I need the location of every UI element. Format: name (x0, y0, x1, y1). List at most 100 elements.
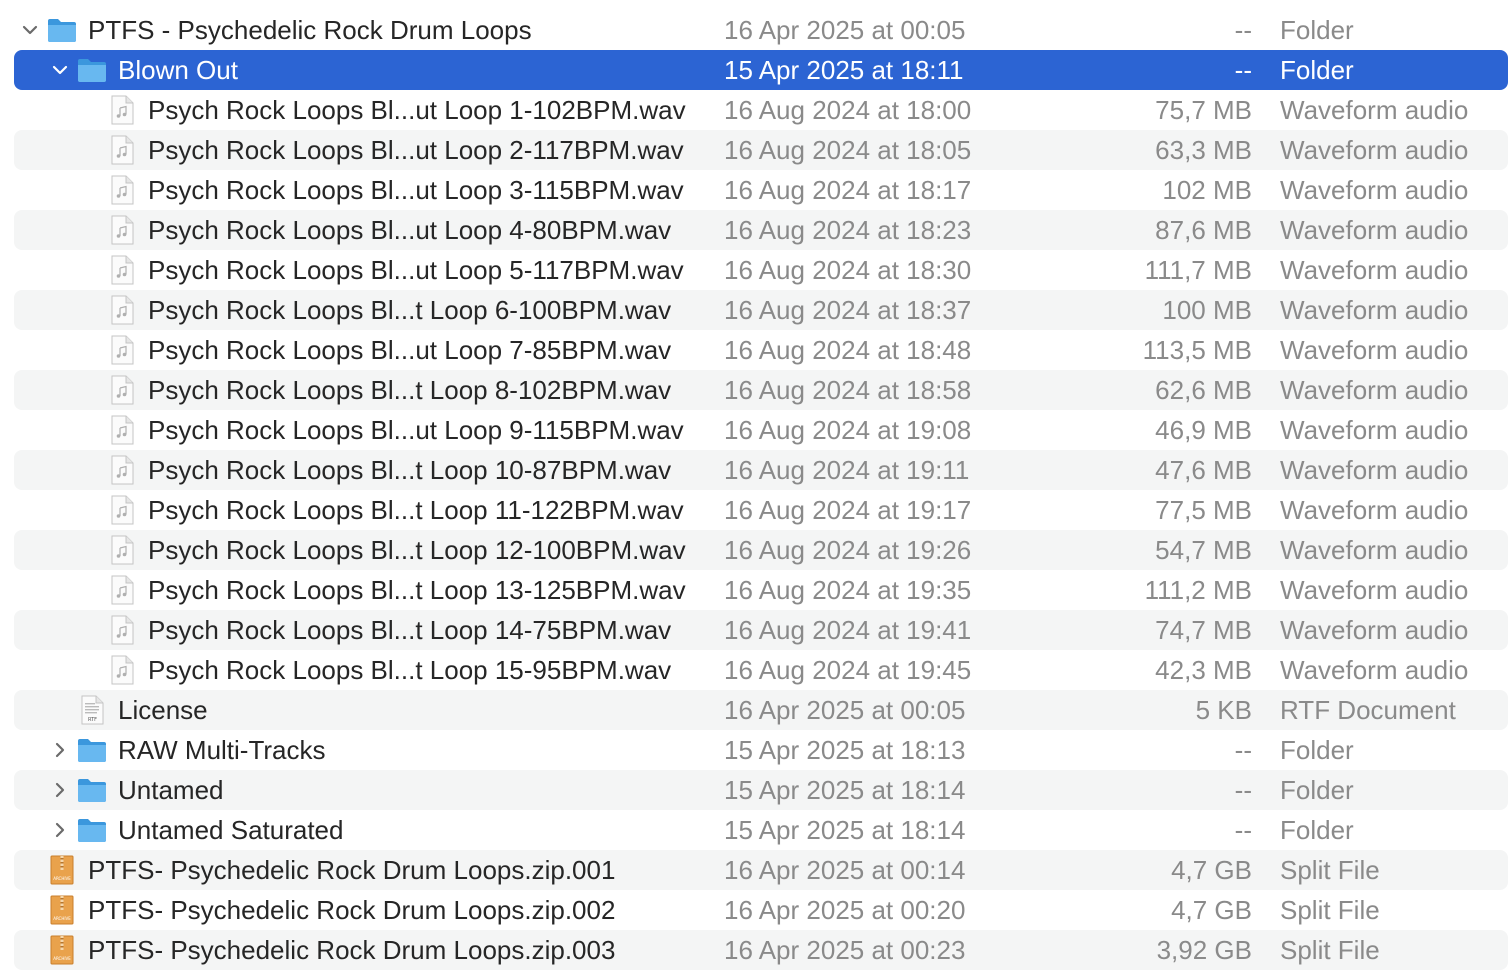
file-name: Untamed Saturated (118, 815, 344, 845)
file-kind: Waveform audio (1280, 495, 1469, 525)
file-size: 46,9 MB (1155, 415, 1252, 445)
file-name: PTFS- Psychedelic Rock Drum Loops.zip.00… (88, 895, 616, 925)
file-name: Psych Rock Loops Bl...ut Loop 7-85BPM.wa… (148, 335, 672, 365)
date-modified: 16 Aug 2024 at 18:48 (724, 335, 972, 365)
date-modified: 16 Aug 2024 at 19:17 (724, 495, 972, 525)
file-kind: Waveform audio (1280, 95, 1469, 125)
file-name: PTFS- Psychedelic Rock Drum Loops.zip.00… (88, 855, 616, 885)
audio-file-icon (106, 214, 138, 246)
date-modified: 16 Aug 2024 at 19:35 (724, 575, 972, 605)
date-modified: 16 Aug 2024 at 18:05 (724, 135, 972, 165)
chevron-right-icon[interactable] (48, 810, 72, 850)
file-kind: Folder (1280, 55, 1354, 85)
file-name: Psych Rock Loops Bl...ut Loop 9-115BPM.w… (148, 415, 684, 445)
file-kind: Waveform audio (1280, 375, 1469, 405)
list-row[interactable]: Psych Rock Loops Bl...t Loop 8-102BPM.wa… (14, 370, 1508, 410)
date-modified: 16 Aug 2024 at 18:58 (724, 375, 972, 405)
list-row[interactable]: Psych Rock Loops Bl...t Loop 11-122BPM.w… (14, 490, 1508, 530)
date-modified: 16 Apr 2025 at 00:05 (724, 695, 966, 725)
rtf-document-icon: RTF (76, 694, 108, 726)
file-list: PTFS - Psychedelic Rock Drum Loops 16 Apr… (0, 10, 1512, 970)
file-kind: Folder (1280, 775, 1354, 805)
list-row[interactable]: RTF License 16 Apr 2025 at 00:05 5 KB RTF Do… (14, 690, 1508, 730)
chevron-right-icon[interactable] (48, 770, 72, 810)
file-name: Psych Rock Loops Bl...t Loop 6-100BPM.wa… (148, 295, 672, 325)
svg-text:ARCHIVE: ARCHIVE (53, 916, 71, 921)
list-row[interactable]: PTFS - Psychedelic Rock Drum Loops 16 Apr… (14, 10, 1508, 50)
list-row[interactable]: Untamed 15 Apr 2025 at 18:14 -- Folder (14, 770, 1508, 810)
date-modified: 16 Aug 2024 at 18:17 (724, 175, 972, 205)
list-row[interactable]: RAW Multi-Tracks 15 Apr 2025 at 18:13 -- Fo… (14, 730, 1508, 770)
file-name: Psych Rock Loops Bl...ut Loop 1-102BPM.w… (148, 95, 686, 125)
file-size: 111,7 MB (1144, 255, 1252, 285)
file-kind: Folder (1280, 815, 1354, 845)
audio-file-icon (106, 574, 138, 606)
audio-file-icon (106, 254, 138, 286)
date-modified: 15 Apr 2025 at 18:14 (724, 775, 966, 805)
file-kind: Waveform audio (1280, 175, 1469, 205)
list-row[interactable]: Psych Rock Loops Bl...ut Loop 2-117BPM.w… (14, 130, 1508, 170)
list-row[interactable]: Psych Rock Loops Bl...t Loop 12-100BPM.w… (14, 530, 1508, 570)
list-row[interactable]: Psych Rock Loops Bl...t Loop 6-100BPM.wa… (14, 290, 1508, 330)
file-name: Psych Rock Loops Bl...ut Loop 3-115BPM.w… (148, 175, 684, 205)
audio-file-icon (106, 494, 138, 526)
file-size: 113,5 MB (1142, 335, 1252, 365)
chevron-down-icon[interactable] (18, 10, 42, 50)
date-modified: 15 Apr 2025 at 18:11 (724, 55, 964, 85)
list-row[interactable]: Psych Rock Loops Bl...ut Loop 9-115BPM.w… (14, 410, 1508, 450)
file-size: 47,6 MB (1155, 455, 1252, 485)
file-name: RAW Multi-Tracks (118, 735, 326, 765)
list-row[interactable]: Psych Rock Loops Bl...t Loop 10-87BPM.wa… (14, 450, 1508, 490)
list-row[interactable]: Psych Rock Loops Bl...t Loop 14-75BPM.wa… (14, 610, 1508, 650)
file-name: PTFS- Psychedelic Rock Drum Loops.zip.00… (88, 935, 616, 965)
folder-icon (46, 14, 78, 46)
list-row[interactable]: Untamed Saturated 15 Apr 2025 at 18:14 -- F… (14, 810, 1508, 850)
file-size: 3,92 GB (1156, 935, 1252, 965)
file-kind: Waveform audio (1280, 655, 1469, 685)
svg-text:ARCHIVE: ARCHIVE (53, 956, 71, 961)
audio-file-icon (106, 294, 138, 326)
audio-file-icon (106, 134, 138, 166)
file-size: 54,7 MB (1155, 535, 1252, 565)
chevron-right-icon[interactable] (48, 730, 72, 770)
list-row[interactable]: Psych Rock Loops Bl...t Loop 13-125BPM.w… (14, 570, 1508, 610)
list-row[interactable]: Psych Rock Loops Bl...ut Loop 7-85BPM.wa… (14, 330, 1508, 370)
file-name: Psych Rock Loops Bl...t Loop 8-102BPM.wa… (148, 375, 672, 405)
audio-file-icon (106, 614, 138, 646)
list-row[interactable]: Blown Out 15 Apr 2025 at 18:11 -- Folder (14, 50, 1508, 90)
date-modified: 16 Aug 2024 at 19:45 (724, 655, 972, 685)
file-size: -- (1234, 55, 1252, 85)
list-row[interactable]: Psych Rock Loops Bl...ut Loop 5-117BPM.w… (14, 250, 1508, 290)
file-size: 102 MB (1162, 175, 1252, 205)
file-size: 75,7 MB (1155, 95, 1252, 125)
file-size: 63,3 MB (1155, 135, 1252, 165)
list-row[interactable]: ARCHIVE PTFS- Psychedelic Rock Drum Loops… (14, 850, 1508, 890)
file-kind: Waveform audio (1280, 215, 1469, 245)
list-row[interactable]: Psych Rock Loops Bl...t Loop 15-95BPM.wa… (14, 650, 1508, 690)
audio-file-icon (106, 414, 138, 446)
file-size: 42,3 MB (1155, 655, 1252, 685)
list-row[interactable]: Psych Rock Loops Bl...ut Loop 1-102BPM.w… (14, 90, 1508, 130)
file-name: PTFS - Psychedelic Rock Drum Loops (88, 15, 532, 45)
list-row[interactable]: ARCHIVE PTFS- Psychedelic Rock Drum Loops… (14, 930, 1508, 970)
file-size: 111,2 MB (1144, 575, 1252, 605)
date-modified: 15 Apr 2025 at 18:13 (724, 735, 966, 765)
file-kind: Split File (1280, 935, 1380, 965)
file-size: -- (1234, 735, 1252, 765)
file-name: Psych Rock Loops Bl...t Loop 13-125BPM.w… (148, 575, 686, 605)
file-name: Psych Rock Loops Bl...ut Loop 5-117BPM.w… (148, 255, 684, 285)
audio-file-icon (106, 534, 138, 566)
folder-icon (76, 814, 108, 846)
chevron-down-icon[interactable] (48, 50, 72, 90)
file-size: 100 MB (1162, 295, 1252, 325)
list-row[interactable]: ARCHIVE PTFS- Psychedelic Rock Drum Loops… (14, 890, 1508, 930)
date-modified: 16 Aug 2024 at 18:00 (724, 95, 972, 125)
audio-file-icon (106, 654, 138, 686)
file-name: Untamed (118, 775, 224, 805)
file-name: Psych Rock Loops Bl...t Loop 10-87BPM.wa… (148, 455, 672, 485)
list-row[interactable]: Psych Rock Loops Bl...ut Loop 4-80BPM.wa… (14, 210, 1508, 250)
date-modified: 16 Apr 2025 at 00:05 (724, 15, 966, 45)
list-row[interactable]: Psych Rock Loops Bl...ut Loop 3-115BPM.w… (14, 170, 1508, 210)
date-modified: 16 Apr 2025 at 00:23 (724, 935, 966, 965)
file-kind: Waveform audio (1280, 295, 1469, 325)
